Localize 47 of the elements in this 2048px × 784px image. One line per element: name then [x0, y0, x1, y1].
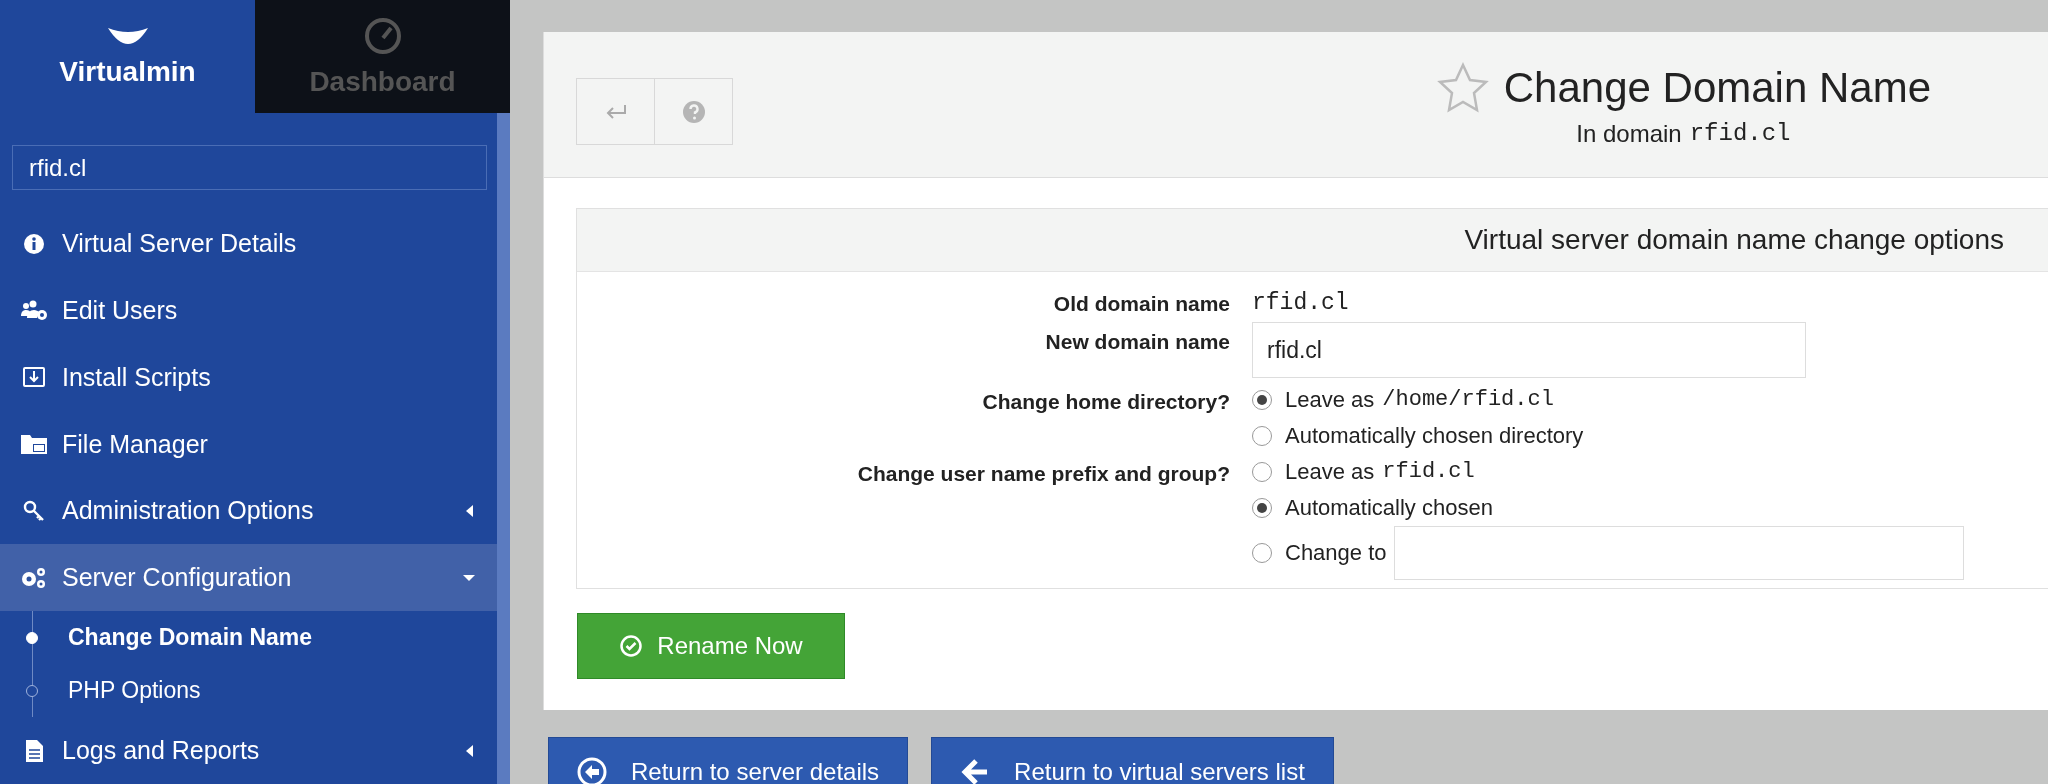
folder-icon [20, 432, 48, 457]
submenu-item[interactable]: PHP Options [26, 664, 497, 718]
logo-icon [105, 25, 150, 46]
field-label: Change home directory? [981, 389, 1230, 414]
sidebar-item[interactable]: Edit Users [0, 277, 497, 344]
option-label: Automatically chosen directory [1285, 423, 1584, 449]
help-icon [680, 98, 707, 125]
users-gear-icon [20, 298, 48, 323]
domain-input[interactable]: rfid.cl [1252, 322, 1806, 378]
radio-button[interactable] [1252, 462, 1272, 482]
radio-button[interactable] [1252, 498, 1272, 518]
sidebar-item[interactable]: Administration Options [0, 477, 497, 545]
sidebar-item[interactable]: Logs and Reports [0, 717, 497, 784]
domain-name: rfid.cl [1689, 119, 1791, 148]
option-label: Leave as [1285, 387, 1375, 413]
page-title: Change Domain Name [1503, 63, 1931, 112]
field-value: rfid.cl [1252, 289, 1350, 318]
page-subtitle: In domain [1576, 119, 1682, 148]
help-button[interactable] [654, 78, 733, 145]
field-label: Change user name prefix and group? [856, 461, 1230, 486]
radio-button[interactable] [1252, 390, 1272, 410]
field-label: New domain name [1044, 329, 1230, 354]
sidebar-item[interactable]: Server Configuration [0, 544, 497, 612]
option-label: Automatically chosen [1285, 495, 1493, 521]
download-box-icon [20, 365, 48, 390]
star-icon[interactable] [1435, 61, 1490, 114]
option-value: rfid.cl [1382, 459, 1475, 485]
arrow-circle-left-icon [577, 757, 607, 784]
section-heading: Virtual server domain name change options [1464, 224, 2004, 256]
radio-button[interactable] [1252, 426, 1272, 446]
radio-button[interactable] [1252, 543, 1272, 563]
search-field[interactable]: rfid.cl [12, 145, 487, 191]
gears-icon [20, 565, 48, 590]
sidebar-item[interactable]: Install Scripts [0, 343, 497, 411]
sidebar-item[interactable]: Virtual Server Details [0, 210, 497, 278]
back-button[interactable] [576, 78, 655, 145]
check-circle-icon [619, 634, 644, 658]
return-button[interactable]: Return to virtual servers list [931, 737, 1334, 784]
option-value: /home/rfid.cl [1382, 387, 1554, 413]
field-label: Old domain name [1052, 291, 1230, 316]
sidebar-item[interactable]: File Manager [0, 410, 497, 478]
option-label: Leave as [1285, 459, 1375, 485]
submenu-item[interactable]: Change Domain Name [26, 611, 497, 665]
gauge-icon [362, 15, 403, 56]
option-label: Change to [1285, 540, 1387, 566]
text-input[interactable] [1393, 526, 1964, 580]
return-button[interactable]: Return to server details [548, 737, 909, 784]
